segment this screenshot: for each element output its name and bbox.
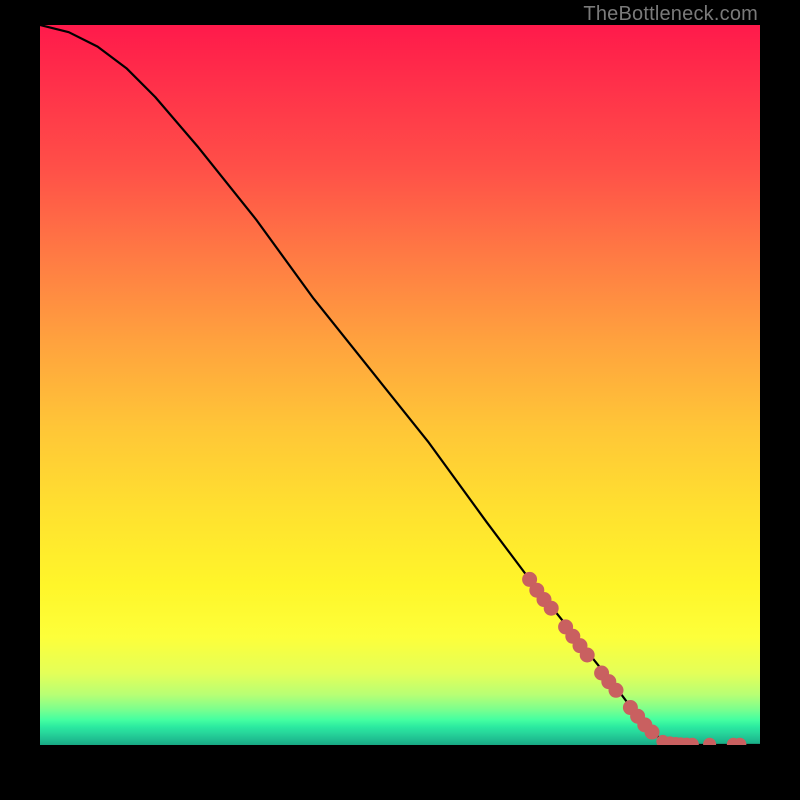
curve-layer bbox=[40, 25, 760, 745]
highlight-dot bbox=[580, 648, 594, 662]
highlight-dot bbox=[704, 738, 716, 745]
bottleneck-curve bbox=[40, 25, 760, 745]
highlight-dot bbox=[609, 683, 623, 697]
highlight-dot bbox=[544, 601, 558, 615]
highlight-dots-layer bbox=[523, 572, 746, 745]
chart-stage: TheBottleneck.com bbox=[0, 0, 800, 800]
highlight-dot bbox=[645, 725, 659, 739]
watermark-label: TheBottleneck.com bbox=[583, 3, 758, 26]
plot-area bbox=[40, 25, 760, 745]
